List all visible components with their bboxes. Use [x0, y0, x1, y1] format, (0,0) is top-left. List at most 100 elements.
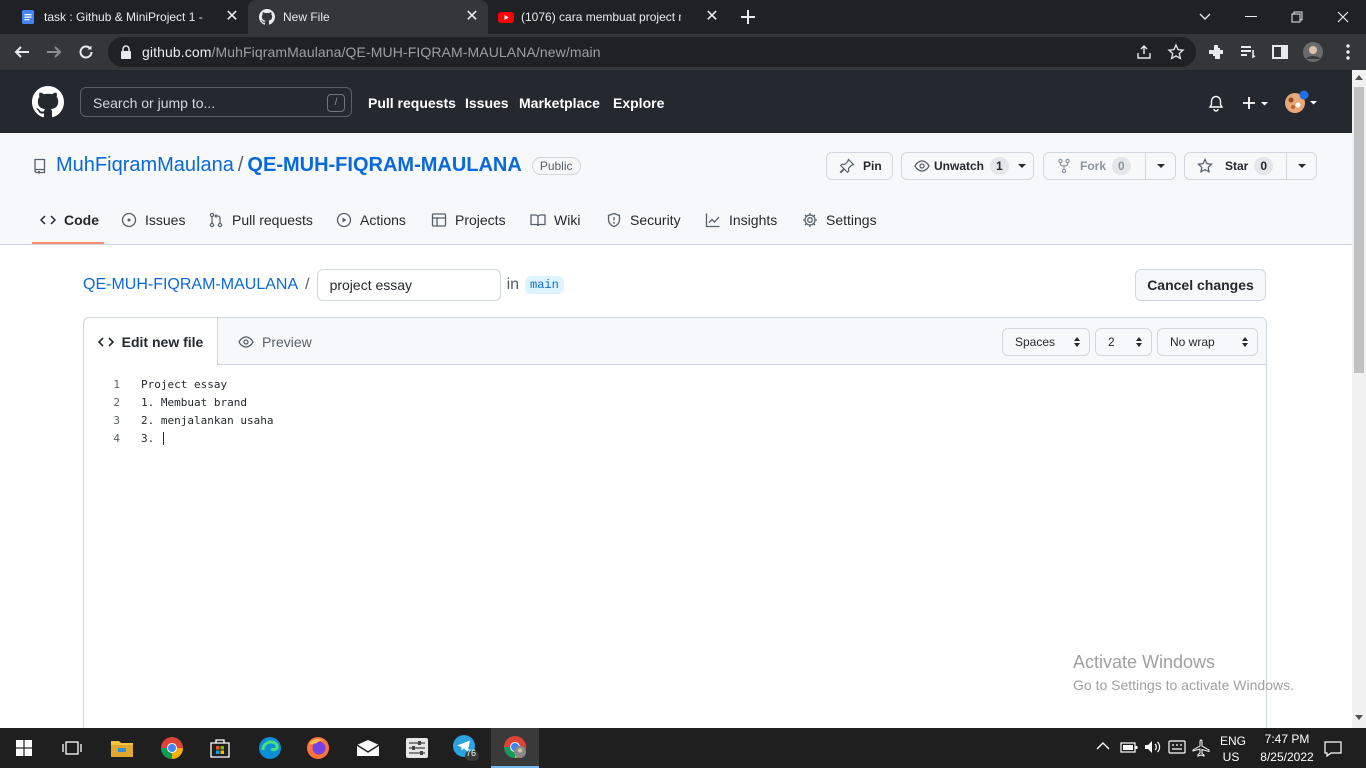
- cancel-changes-button[interactable]: Cancel changes: [1135, 269, 1266, 301]
- input-region[interactable]: US: [1220, 750, 1242, 764]
- browser-tab-docs[interactable]: task : Github & MiniProject 1 - Go ✕: [8, 0, 248, 34]
- indent-mode-select[interactable]: Spaces: [1002, 328, 1090, 356]
- code-line[interactable]: 1 Project essay: [84, 375, 1266, 393]
- mail-icon[interactable]: [344, 728, 392, 768]
- new-tab-icon[interactable]: [738, 7, 758, 27]
- file-breadcrumb: QE-MUH-FIQRAM-MAULANA / in main: [83, 269, 564, 301]
- tab-projects-label: Projects: [455, 212, 506, 228]
- tab-search-icon[interactable]: [1182, 0, 1228, 34]
- search-input[interactable]: Search or jump to... /: [80, 87, 352, 117]
- airplane-mode-icon[interactable]: [1192, 739, 1210, 757]
- scroll-down-icon[interactable]: [1355, 715, 1363, 721]
- github-logo-icon[interactable]: [32, 86, 64, 118]
- windows-taskbar: 76 ENG US 7:47 PM 8/25/2022: [0, 728, 1366, 768]
- nav-explore[interactable]: Explore: [613, 95, 664, 111]
- tab-preview[interactable]: Preview: [238, 318, 312, 365]
- forward-icon[interactable]: [44, 42, 64, 62]
- windows-start-icon[interactable]: [0, 728, 48, 768]
- github-header: Search or jump to... / Pull requests Iss…: [0, 70, 1352, 133]
- clock-time[interactable]: 7:47 PM: [1250, 732, 1324, 746]
- code-line[interactable]: 4 3.: [84, 429, 1266, 447]
- reading-list-icon[interactable]: [1238, 42, 1258, 62]
- reload-icon[interactable]: [76, 42, 96, 62]
- control-panel-icon[interactable]: [393, 728, 441, 768]
- unwatch-button[interactable]: Unwatch 1: [901, 152, 1034, 180]
- page-scrollbar[interactable]: [1352, 70, 1366, 728]
- close-icon[interactable]: ✕: [704, 9, 720, 25]
- share-icon[interactable]: [1136, 44, 1152, 60]
- minimize-icon[interactable]: [1228, 0, 1274, 34]
- star-button[interactable]: Star 0: [1184, 152, 1317, 180]
- star-dropdown[interactable]: [1286, 153, 1316, 179]
- nav-marketplace[interactable]: Marketplace: [519, 95, 600, 111]
- fork-dropdown[interactable]: [1145, 153, 1175, 179]
- tab-projects[interactable]: Projects: [431, 212, 506, 228]
- chrome-menu-icon[interactable]: [1338, 42, 1358, 62]
- browser-tab-new-file[interactable]: New File ✕: [248, 0, 488, 34]
- volume-icon[interactable]: [1144, 739, 1162, 755]
- fork-button[interactable]: Fork 0: [1043, 152, 1176, 180]
- tab-title: (1076) cara membuat project ma: [521, 10, 681, 24]
- back-icon[interactable]: [12, 42, 32, 62]
- wrap-mode-select[interactable]: No wrap: [1157, 328, 1258, 356]
- repo-icon: [32, 158, 48, 174]
- lock-icon: [120, 45, 132, 59]
- search-placeholder: Search or jump to...: [93, 95, 216, 111]
- line-number: 4: [113, 431, 120, 445]
- side-panel-icon[interactable]: [1270, 42, 1290, 62]
- graph-icon: [705, 213, 720, 228]
- close-icon[interactable]: ✕: [224, 9, 240, 25]
- code-icon: [97, 334, 114, 350]
- tab-wiki[interactable]: Wiki: [530, 212, 580, 228]
- firefox-icon[interactable]: [294, 728, 342, 768]
- chrome-icon[interactable]: [148, 728, 196, 768]
- github-icon: [259, 9, 275, 25]
- filename-input[interactable]: [316, 269, 501, 301]
- code-area[interactable]: 1 Project essay 2 1. Membuat brand 3 2. …: [84, 375, 1266, 447]
- tab-insights[interactable]: Insights: [705, 212, 777, 228]
- tab-security[interactable]: Security: [606, 212, 681, 228]
- tab-issues[interactable]: Issues: [121, 212, 185, 228]
- clock-date[interactable]: 8/25/2022: [1250, 750, 1324, 764]
- scrollbar-thumb[interactable]: [1354, 87, 1364, 373]
- extensions-icon[interactable]: [1206, 42, 1226, 62]
- browser-tab-youtube[interactable]: (1076) cara membuat project ma ✕: [488, 0, 728, 34]
- code-line[interactable]: 2 1. Membuat brand: [84, 393, 1266, 411]
- close-icon[interactable]: ✕: [464, 9, 480, 25]
- notifications-bell-icon[interactable]: [1208, 95, 1224, 112]
- repo-name-link[interactable]: QE-MUH-FIQRAM-MAULANA: [247, 154, 521, 177]
- line-number: 1: [113, 377, 120, 391]
- keyboard-icon[interactable]: [1168, 740, 1186, 754]
- nav-pull-requests[interactable]: Pull requests: [368, 95, 456, 111]
- input-language[interactable]: ENG: [1220, 734, 1246, 748]
- battery-icon[interactable]: [1120, 740, 1138, 754]
- restore-icon[interactable]: [1274, 0, 1320, 34]
- scroll-up-icon[interactable]: [1355, 74, 1363, 80]
- task-view-icon[interactable]: [48, 728, 96, 768]
- microsoft-store-icon[interactable]: [196, 728, 244, 768]
- edge-icon[interactable]: [246, 728, 294, 768]
- tray-overflow-chevron-icon[interactable]: [1096, 741, 1110, 751]
- file-explorer-icon[interactable]: [98, 728, 146, 768]
- nav-issues[interactable]: Issues: [465, 95, 509, 111]
- close-window-icon[interactable]: [1320, 0, 1366, 34]
- tab-actions[interactable]: Actions: [336, 212, 406, 228]
- address-bar[interactable]: github.com/MuhFiqramMaulana/QE-MUH-FIQRA…: [108, 37, 1196, 67]
- code-line[interactable]: 3 2. menjalankan usaha: [84, 411, 1266, 429]
- indent-size-select[interactable]: 2: [1095, 328, 1152, 356]
- chrome-running-icon[interactable]: [491, 728, 539, 768]
- chevron-down-icon: [1017, 163, 1027, 169]
- tab-actions-label: Actions: [360, 212, 406, 228]
- create-new-plus-icon[interactable]: [1241, 95, 1271, 111]
- notifications-icon[interactable]: [1324, 740, 1342, 758]
- user-avatar-menu[interactable]: [1284, 90, 1320, 116]
- bookmark-star-icon[interactable]: [1167, 43, 1185, 61]
- tab-edit-new-file[interactable]: Edit new file: [84, 318, 218, 366]
- tab-code[interactable]: Code: [40, 212, 99, 228]
- repo-owner-link[interactable]: MuhFiqramMaulana: [56, 154, 234, 177]
- profile-avatar[interactable]: [1302, 41, 1323, 62]
- pin-button[interactable]: Pin: [826, 152, 893, 180]
- tab-pull-requests[interactable]: Pull requests: [208, 212, 313, 228]
- breadcrumb-repo-link[interactable]: QE-MUH-FIQRAM-MAULANA: [83, 276, 298, 294]
- tab-settings[interactable]: Settings: [802, 212, 877, 228]
